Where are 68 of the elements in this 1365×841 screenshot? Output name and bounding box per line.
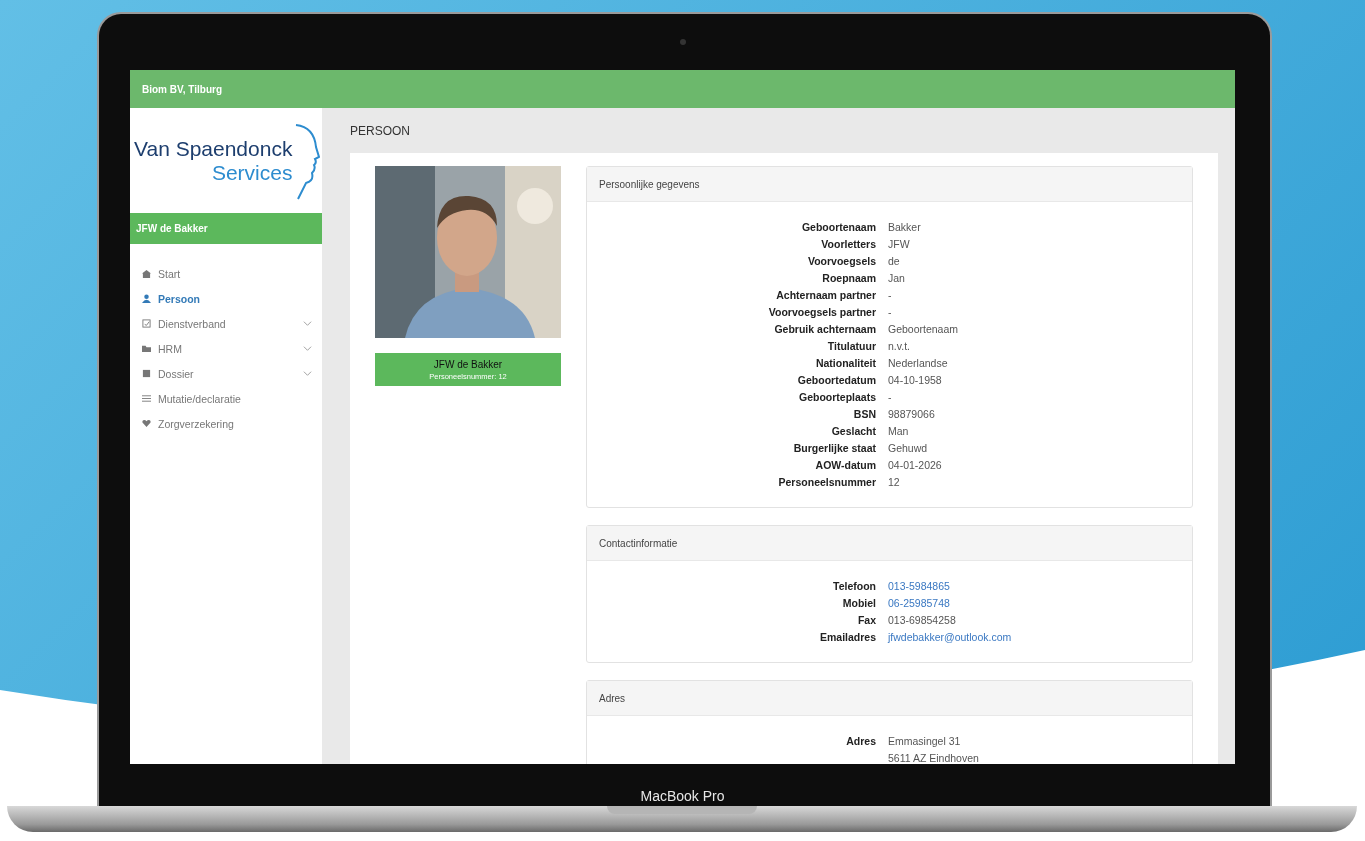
sidebar-item[interactable]: Dossier (130, 361, 322, 386)
camera-icon (679, 39, 686, 45)
field-label: Geboortenaam (800, 220, 876, 235)
field-value: - (888, 390, 892, 405)
field-label: Geslacht (830, 424, 876, 439)
page-title: PERSOON (350, 122, 411, 140)
field-label: Adres (845, 734, 876, 749)
field-value: - (888, 288, 892, 303)
field-label: Burgerlijke staat (792, 441, 876, 456)
field-label: Fax (856, 613, 876, 628)
field-value: 013-69854258 (888, 613, 956, 628)
sidebar-item[interactable]: Zorgverzekering (130, 411, 322, 436)
field-value: Emmasingel 31 (888, 734, 961, 749)
field-label: Geboortedatum (796, 373, 876, 388)
sidebar-item[interactable]: Mutatie/declaratie (130, 386, 322, 411)
field-label: Emailadres (818, 630, 876, 645)
logo-text: Van Spaendonck (134, 136, 293, 161)
company-name: Biom BV, Tilburg (142, 83, 222, 95)
card-title: Contactinformatie (599, 537, 678, 549)
field-label: Voorvoegsels partner (767, 305, 876, 320)
field-value: Jan (888, 271, 905, 286)
field-label: Voorvoegsels (806, 254, 876, 269)
field-label: Telefoon (832, 579, 876, 594)
field-value: 5611 AZ Eindhoven (888, 751, 979, 764)
field-link[interactable]: 013-5984865 (888, 578, 950, 595)
field-label: Mobiel (841, 596, 876, 611)
field-label: Geboorteplaats (797, 390, 876, 405)
menu-icon (142, 269, 151, 278)
card-title: Adres (599, 692, 626, 704)
field-value: Geboortenaam (888, 322, 959, 337)
field-label: Personeelsnummer (777, 475, 876, 490)
field-value: Gehuwd (888, 441, 928, 456)
menu-icon (142, 419, 151, 428)
field-value: n.v.t. (888, 339, 910, 354)
field-label: AOW-datum (814, 458, 876, 473)
field-value: de (888, 254, 900, 269)
field-value: Man (888, 424, 909, 439)
menu-icon (142, 369, 151, 378)
field-value: - (888, 305, 892, 320)
employee-name: JFW de Bakker (433, 358, 503, 370)
field-label: Voorletters (820, 237, 876, 252)
field-value: 12 (888, 475, 900, 490)
logo-subtext: Services (211, 160, 293, 185)
field-label: Achternaam partner (775, 288, 876, 303)
laptop-label: MacBook Pro (640, 788, 725, 804)
menu-icon (142, 394, 151, 403)
field-value: JFW (888, 237, 910, 252)
field-link[interactable]: jfwdebakker@outlook.com (888, 629, 1012, 646)
field-value: Bakker (888, 220, 921, 235)
menu-icon (142, 344, 151, 353)
sidebar-item[interactable]: Start (130, 261, 322, 286)
field-label: Gebruik achternaam (773, 322, 876, 337)
field-label: Titulatuur (826, 339, 876, 354)
field-label: BSN (852, 407, 876, 422)
sidebar-item[interactable]: HRM (130, 336, 322, 361)
field-link[interactable]: 06-25985748 (888, 595, 950, 612)
field-label: Roepnaam (821, 271, 876, 286)
sidebar-item[interactable]: Dienstverband (130, 311, 322, 336)
card-title: Persoonlijke gegevens (599, 178, 700, 190)
menu-icon (142, 294, 151, 303)
field-value: 98879066 (888, 407, 935, 422)
sidebar-item[interactable]: Persoon (130, 286, 322, 311)
field-value: 04-10-1958 (888, 373, 942, 388)
field-value: Nederlandse (888, 356, 948, 371)
user-name: JFW de Bakker (136, 223, 208, 234)
field-value: 04-01-2026 (888, 458, 942, 473)
field-label: Nationaliteit (814, 356, 876, 371)
menu-icon (142, 319, 151, 328)
